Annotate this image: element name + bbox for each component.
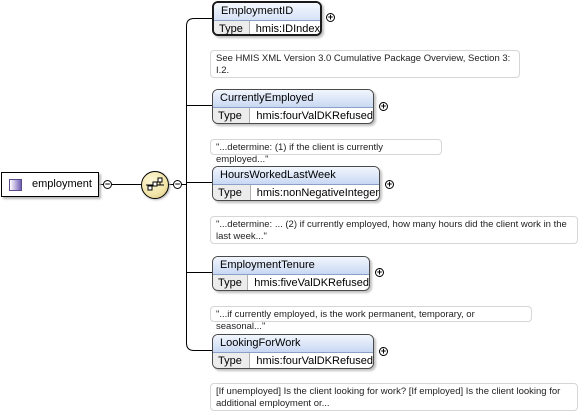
type-label: Type <box>213 108 251 123</box>
element-box-employmentid[interactable]: EmploymentID Type hmis:IDIndex <box>212 1 322 36</box>
documentation-lookingforwork: [If unemployed] Is the client looking fo… <box>210 383 578 411</box>
element-box-hoursworkedlastweek[interactable]: HoursWorkedLastWeek Type hmis:nonNegativ… <box>212 166 380 201</box>
element-name: CurrentlyEmployed <box>213 90 373 108</box>
root-element-employment[interactable]: employment <box>1 172 99 197</box>
element-box-lookingforwork[interactable]: LookingForWork Type hmis:fourValDKRefuse… <box>212 334 374 369</box>
documentation-hoursworkedlastweek: "...determine: ... (2) if currently empl… <box>210 216 578 244</box>
type-label: Type <box>213 185 251 200</box>
documentation-employmentid: See HMIS XML Version 3.0 Cumulative Pack… <box>210 50 520 78</box>
element-box-employmenttenure[interactable]: EmploymentTenure Type hmis:fiveValDKRefu… <box>212 256 370 291</box>
expand-toggle-employmentid[interactable]: + <box>326 13 335 22</box>
element-name: EmploymentTenure <box>213 257 369 275</box>
expand-toggle-employmenttenure[interactable]: + <box>375 268 384 277</box>
sequence-compositor-icon <box>146 177 164 191</box>
type-label: Type <box>213 275 249 290</box>
type-value: hmis:fiveValDKRefused <box>248 275 369 290</box>
element-name: EmploymentID <box>214 3 320 21</box>
element-box-currentlyemployed[interactable]: CurrentlyEmployed Type hmis:fourValDKRef… <box>212 89 374 124</box>
sequence-compositor[interactable] <box>141 171 169 199</box>
collapse-toggle-root[interactable]: − <box>103 180 112 189</box>
expand-toggle-hoursworkedlastweek[interactable]: + <box>385 180 394 189</box>
element-name: LookingForWork <box>213 335 373 353</box>
type-value: hmis:fourValDKRefused <box>250 353 373 368</box>
type-label: Type <box>214 21 250 34</box>
collapse-toggle-sequence[interactable]: − <box>173 180 182 189</box>
expand-toggle-lookingforwork[interactable]: + <box>379 347 388 356</box>
documentation-employmenttenure: "...if currently employed, is the work p… <box>210 306 532 332</box>
type-label: Type <box>213 353 251 368</box>
type-value: hmis:IDIndex <box>249 21 320 34</box>
root-element-label: employment <box>32 178 92 190</box>
documentation-currentlyemployed: "...determine: (1) if the client is curr… <box>210 139 442 165</box>
element-name: HoursWorkedLastWeek <box>213 167 379 185</box>
complex-element-icon <box>9 179 22 191</box>
expand-toggle-currentlyemployed[interactable]: + <box>379 102 388 111</box>
type-value: hmis:fourValDKRefused <box>250 108 373 123</box>
type-value: hmis:nonNegativeInteger <box>250 185 379 200</box>
